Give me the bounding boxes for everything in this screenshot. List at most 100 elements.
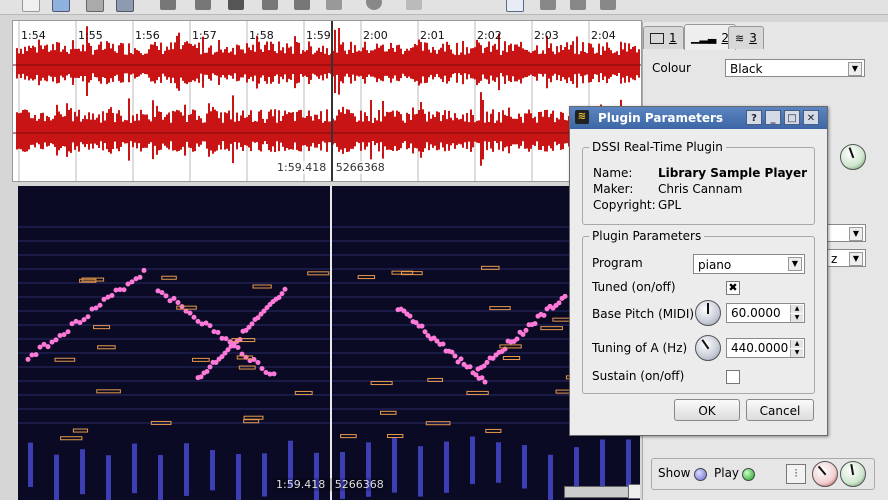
base-pitch-knob[interactable] bbox=[695, 300, 721, 326]
note-box bbox=[97, 345, 116, 350]
tuned-checkbox[interactable]: ✖ bbox=[726, 281, 740, 295]
solo-icon[interactable] bbox=[406, 0, 422, 10]
open-file-icon[interactable] bbox=[52, 0, 70, 12]
colour-label: Colour bbox=[652, 61, 691, 75]
rewind-icon[interactable] bbox=[195, 0, 211, 10]
note-box bbox=[252, 284, 272, 289]
tuned-label: Tuned (on/off) bbox=[592, 280, 676, 294]
dialog-title-bar[interactable]: ≋ Plugin Parameters ? _ □ ✕ bbox=[570, 107, 827, 129]
toolbar bbox=[0, 0, 888, 15]
chevron-down-icon: ▼ bbox=[788, 257, 802, 271]
base-pitch-spinbox[interactable]: 60.0000 ▲ ▼ bbox=[726, 303, 805, 323]
tab-label-1: 1 bbox=[669, 31, 677, 45]
spectrogram-playhead[interactable] bbox=[330, 186, 332, 500]
note-box bbox=[489, 306, 511, 311]
program-select[interactable]: piano ▼ bbox=[693, 254, 805, 274]
plugin-settings-icon[interactable]: ⫶ bbox=[786, 464, 806, 484]
waveform-plot bbox=[13, 21, 641, 181]
note-box bbox=[307, 271, 330, 276]
save-icon[interactable] bbox=[86, 0, 104, 12]
spin-up-icon[interactable]: ▲ bbox=[790, 305, 803, 313]
note-box bbox=[243, 415, 264, 420]
rewind-start-icon[interactable] bbox=[160, 0, 176, 10]
note-box bbox=[294, 390, 313, 395]
note-box bbox=[502, 356, 521, 361]
chevron-down-icon: ▼ bbox=[849, 252, 863, 266]
edit-tool-icon[interactable] bbox=[570, 0, 586, 10]
note-box bbox=[386, 434, 404, 439]
sustain-checkbox[interactable] bbox=[726, 370, 740, 384]
cancel-button[interactable]: Cancel bbox=[746, 399, 814, 421]
help-button[interactable]: ? bbox=[746, 110, 762, 125]
minimize-button[interactable]: _ bbox=[765, 110, 781, 125]
maker-label: Maker: bbox=[593, 182, 634, 196]
spin-up-icon[interactable]: ▲ bbox=[790, 340, 803, 348]
note-box bbox=[340, 434, 357, 439]
chevron-down-icon: ▼ bbox=[849, 227, 863, 241]
show-toggle-led[interactable] bbox=[694, 468, 707, 481]
note-box bbox=[191, 357, 210, 362]
loop-icon[interactable] bbox=[366, 0, 382, 10]
property-select-1[interactable]: ▼ bbox=[826, 224, 866, 242]
time-tick-label: 2:04 bbox=[591, 29, 616, 42]
layer-controls: Show Play ⫶ bbox=[651, 458, 875, 490]
note-box bbox=[466, 390, 489, 395]
chevron-down-icon: ▼ bbox=[848, 62, 862, 76]
spectrogram-time-readout: 1:59.418 5266368 bbox=[274, 478, 386, 491]
play-icon[interactable] bbox=[228, 0, 244, 10]
tuning-knob[interactable] bbox=[695, 335, 721, 361]
select-tool-icon[interactable] bbox=[540, 0, 556, 10]
base-pitch-value: 60.0000 bbox=[731, 306, 781, 320]
program-value: piano bbox=[698, 258, 732, 272]
fast-forward-icon[interactable] bbox=[262, 0, 278, 10]
note-box bbox=[540, 326, 563, 331]
colour-value: Black bbox=[730, 62, 763, 76]
note-box bbox=[357, 275, 376, 280]
note-box bbox=[499, 344, 522, 349]
sustain-label: Sustain (on/off) bbox=[592, 369, 685, 383]
note-box bbox=[72, 428, 89, 433]
time-tick-label: 2:00 bbox=[363, 29, 388, 42]
save-as-icon[interactable] bbox=[116, 0, 134, 12]
copyright-value: GPL bbox=[658, 198, 682, 212]
ok-button[interactable]: OK bbox=[674, 399, 740, 421]
note-box bbox=[161, 275, 177, 280]
volume-knob[interactable] bbox=[840, 461, 866, 487]
spectrogram-plot bbox=[18, 226, 640, 500]
copyright-label: Copyright: bbox=[593, 198, 656, 212]
name-value: Library Sample Player bbox=[658, 166, 808, 180]
time-tick-label: 1:56 bbox=[135, 29, 160, 42]
tab-pane-1[interactable]: 1 bbox=[643, 26, 684, 49]
tuning-value: 440.0000 bbox=[731, 341, 789, 355]
property-select-2[interactable]: z ▼ bbox=[826, 249, 866, 267]
tuning-spinbox[interactable]: 440.0000 ▲ ▼ bbox=[726, 338, 805, 358]
waveform-pane[interactable]: 1:54 1:55 1:56 1:57 1:58 1:59 2:00 2:01 2:02 2:03… bbox=[12, 20, 642, 182]
new-session-icon[interactable] bbox=[22, 0, 40, 12]
tab-label-3: 3 bbox=[749, 31, 757, 45]
spin-down-icon[interactable]: ▼ bbox=[790, 314, 803, 322]
note-box bbox=[93, 325, 111, 330]
draw-tool-icon[interactable] bbox=[600, 0, 616, 10]
play-selection-icon[interactable] bbox=[326, 0, 342, 10]
maker-value: Chris Cannam bbox=[658, 182, 743, 196]
playhead-line[interactable] bbox=[331, 21, 333, 181]
property-select-2-value: z bbox=[831, 252, 838, 266]
close-button[interactable]: ✕ bbox=[803, 110, 819, 125]
fast-forward-end-icon[interactable] bbox=[294, 0, 310, 10]
zoom-wheel[interactable] bbox=[564, 486, 630, 498]
navigate-tool-icon[interactable] bbox=[506, 0, 524, 12]
tab-waveform-3[interactable]: ≋ 3 bbox=[728, 26, 764, 49]
time-tick-label: 1:59 bbox=[306, 29, 331, 42]
zoom-reset-button[interactable] bbox=[628, 484, 640, 499]
maximize-button[interactable]: □ bbox=[784, 110, 800, 125]
gain-knob[interactable] bbox=[840, 144, 866, 170]
plugin-parameters-dialog: ≋ Plugin Parameters ? _ □ ✕ DSSI Real-Ti… bbox=[569, 106, 828, 436]
play-toggle-led[interactable] bbox=[742, 468, 755, 481]
colour-select[interactable]: Black ▼ bbox=[725, 59, 865, 77]
base-pitch-label: Base Pitch (MIDI) bbox=[592, 307, 695, 321]
spectrogram-pane[interactable]: 1:59.418 5266368 bbox=[18, 186, 640, 500]
pan-knob[interactable] bbox=[812, 461, 838, 487]
spin-down-icon[interactable]: ▼ bbox=[790, 349, 803, 357]
dialog-title: Plugin Parameters bbox=[598, 111, 724, 125]
time-tick-label: 1:58 bbox=[249, 29, 274, 42]
